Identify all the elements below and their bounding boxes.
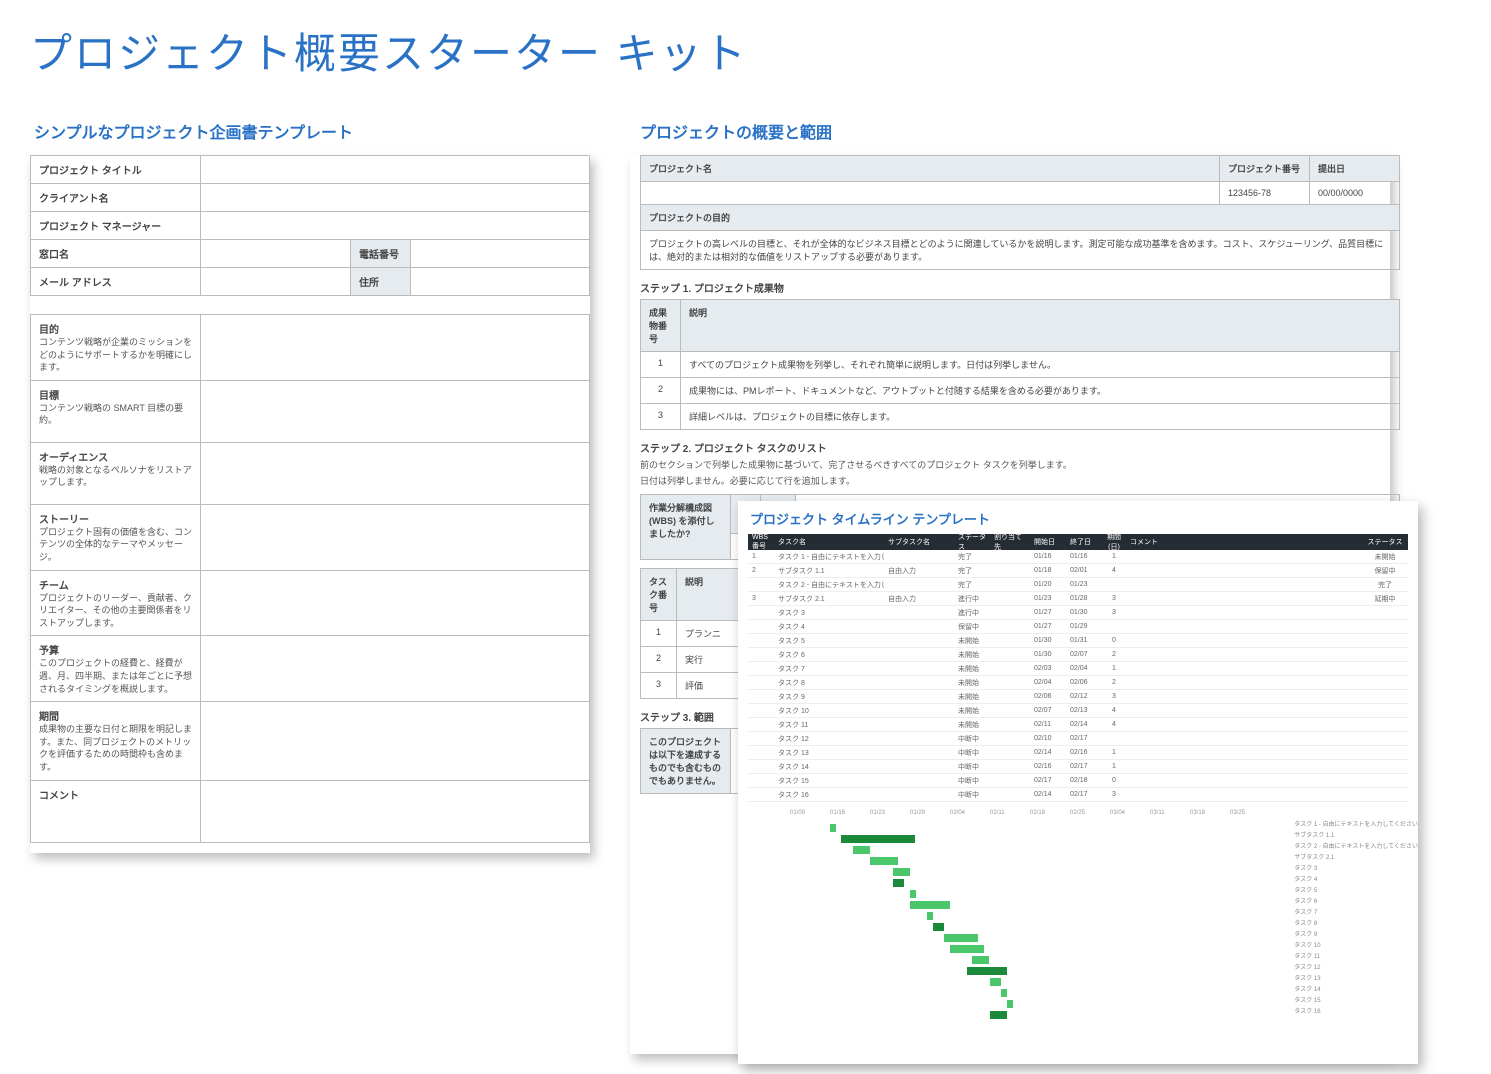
hdr-project-name: プロジェクト名: [641, 156, 1220, 182]
section-label: チームプロジェクトのリーダー、貢献者、クリエイター、その他の主要関係者をリストア…: [31, 570, 201, 636]
gantt-bar: [893, 868, 910, 876]
timeline-row: タスク 11未開始02/1102/144: [748, 718, 1408, 732]
left-heading: シンプルなプロジェクト企画書テンプレート: [30, 111, 590, 155]
gantt-bar: [853, 846, 870, 854]
timeline-row: タスク 14中断中02/1602/171: [748, 760, 1408, 774]
section-label: 目的コンテンツ戦略が企業のミッションをどのようにサポートするかを明確にします。: [31, 315, 201, 381]
gantt-bar: [944, 934, 978, 942]
section-label: 目標コンテンツ戦略の SMART 目標の要約。: [31, 380, 201, 442]
step1-col1: 成果物番号: [641, 300, 681, 352]
timeline-row: タスク 4保留中01/2701/29: [748, 620, 1408, 634]
right-heading: プロジェクトの概要と範囲: [630, 111, 1390, 155]
val-submit-date: 00/00/0000: [1310, 182, 1400, 205]
gantt-bar: [893, 879, 904, 887]
timeline-row: 2サブタスク 1.1自由入力完了01/1802/014: [748, 564, 1408, 578]
gantt-bar: [1007, 1000, 1013, 1008]
section-label: オーディエンス戦略の対象となるペルソナをリストアップします。: [31, 442, 201, 504]
section-label: ストーリープロジェクト固有の価値を含む、コンテンツの全体的なテーマやメッセージ。: [31, 504, 201, 570]
timeline-row: タスク 8未開始02/0402/062: [748, 676, 1408, 690]
deliverable-no: 1: [641, 352, 681, 378]
form-top-table: プロジェクト タイトル クライアント名 プロジェクト マネージャー 窓口名 電話…: [30, 155, 590, 296]
gantt-bar: [972, 956, 989, 964]
left-document: プロジェクト タイトル クライアント名 プロジェクト マネージャー 窓口名 電話…: [30, 155, 590, 853]
hdr-submit-date: 提出日: [1310, 156, 1400, 182]
timeline-header: WBS番号 タスク名 サブタスク名 ステータス 割り当て先 開始日 終了日 期間…: [748, 534, 1408, 550]
overview-table: プロジェクト名 プロジェクト番号 提出日 123456-78 00/00/000…: [640, 155, 1400, 270]
gantt-bar: [990, 978, 1001, 986]
deliverable-desc: 成果物には、PMレポート、ドキュメントなど、アウトプットと付随する結果を含める必…: [681, 378, 1400, 404]
row-address: 住所: [351, 268, 411, 296]
step1-col2: 説明: [681, 300, 1400, 352]
deliverable-desc: すべてのプロジェクト成果物を列挙し、それぞれ簡単に説明します。日付は列挙しません…: [681, 352, 1400, 378]
row-phone: 電話番号: [351, 240, 411, 268]
val-purpose: プロジェクトの高レベルの目標と、それが全体的なビジネス目標とどのように関連してい…: [641, 231, 1400, 270]
section-label: 予算このプロジェクトの経費と、経費が週、月、四半期、または年ごとに予想されるタイ…: [31, 636, 201, 702]
step2-note1: 前のセクションで列挙した成果物に基づいて、完了させるべきすべてのプロジェクト タ…: [640, 459, 1390, 473]
timeline-row: タスク 15中断中02/1702/180: [748, 774, 1408, 788]
gantt-bar: [870, 857, 899, 865]
step1-title: ステップ 1. プロジェクト成果物: [640, 280, 1390, 295]
timeline-row: タスク 6未開始01/3002/072: [748, 648, 1408, 662]
timeline-row: タスク 3進行中01/2701/303: [748, 606, 1408, 620]
hdr-purpose: プロジェクトの目的: [641, 205, 1400, 231]
row-client-name: クライアント名: [31, 184, 201, 212]
task-no: 2: [641, 647, 677, 673]
step1-table: 成果物番号 説明 1すべてのプロジェクト成果物を列挙し、それぞれ簡単に説明します…: [640, 299, 1400, 430]
gantt-bar: [967, 967, 1007, 975]
timeline-row: タスク 10未開始02/0702/134: [748, 704, 1408, 718]
scope-label: このプロジェクトは以下を達成するものでも含むものでもありません。: [641, 729, 731, 794]
timeline-row: 1タスク 1 - 自由にテキストを入力してください完了01/1601/161: [748, 550, 1408, 564]
deliverable-desc: 詳細レベルは、プロジェクトの目標に依存します。: [681, 404, 1400, 430]
page-title: プロジェクト概要スターター キット: [30, 20, 1461, 81]
status-side-column: ステータス 未開始保留中完了延期中: [1362, 534, 1408, 606]
row-project-manager: プロジェクト マネージャー: [31, 212, 201, 240]
timeline-row: タスク 9未開始02/0602/123: [748, 690, 1408, 704]
task-no: 3: [641, 673, 677, 699]
wbs-label: 作業分解構成図 (WBS) を添付しましたか?: [641, 495, 731, 560]
gantt-bar: [1001, 989, 1007, 997]
row-contact-name: 窓口名: [31, 240, 201, 268]
sections-table: 目的コンテンツ戦略が企業のミッションをどのようにサポートするかを明確にします。目…: [30, 314, 590, 843]
timeline-row: 3サブタスク 2.1自由入力進行中01/2301/283: [748, 592, 1408, 606]
gantt-bar: [933, 923, 944, 931]
deliverable-no: 3: [641, 404, 681, 430]
timeline-row: タスク 13中断中02/1402/161: [748, 746, 1408, 760]
hdr-project-no: プロジェクト番号: [1220, 156, 1310, 182]
val-project-no: 123456-78: [1220, 182, 1310, 205]
section-label: コメント: [31, 780, 201, 842]
deliverable-no: 2: [641, 378, 681, 404]
step2-title: ステップ 2. プロジェクト タスクのリスト: [640, 440, 1390, 455]
timeline-row: タスク 2 - 自由にテキストを入力してください完了01/2001/23: [748, 578, 1408, 592]
timeline-row: タスク 16中断中02/1402/173: [748, 788, 1408, 802]
gantt-chart: 01/0901/1601/2301/2902/0402/1102/1802/25…: [790, 810, 1408, 1050]
gantt-bar: [830, 824, 836, 832]
gantt-bar: [841, 835, 915, 843]
row-email: メール アドレス: [31, 268, 201, 296]
gantt-bar: [927, 912, 933, 920]
timeline-heading: プロジェクト タイムライン テンプレート: [750, 509, 1408, 528]
task-no: 1: [641, 621, 677, 647]
step2-note2: 日付は列挙しません。必要に応じて行を追加します。: [640, 475, 1390, 489]
task-col1: タスク番号: [641, 569, 677, 621]
timeline-row: タスク 7未開始02/0302/041: [748, 662, 1408, 676]
timeline-row: タスク 5未開始01/3001/310: [748, 634, 1408, 648]
section-label: 期間成果物の主要な日付と期限を明記します。また、同プロジェクトのメトリックを評価…: [31, 702, 201, 780]
gantt-bar: [950, 945, 984, 953]
gantt-bar: [990, 1011, 1007, 1019]
gantt-bar: [910, 890, 916, 898]
timeline-document: プロジェクト タイムライン テンプレート WBS番号 タスク名 サブタスク名 ス…: [738, 501, 1418, 1064]
row-project-title: プロジェクト タイトル: [31, 156, 201, 184]
gantt-bar: [910, 901, 950, 909]
timeline-row: タスク 12中断中02/1002/17: [748, 732, 1408, 746]
